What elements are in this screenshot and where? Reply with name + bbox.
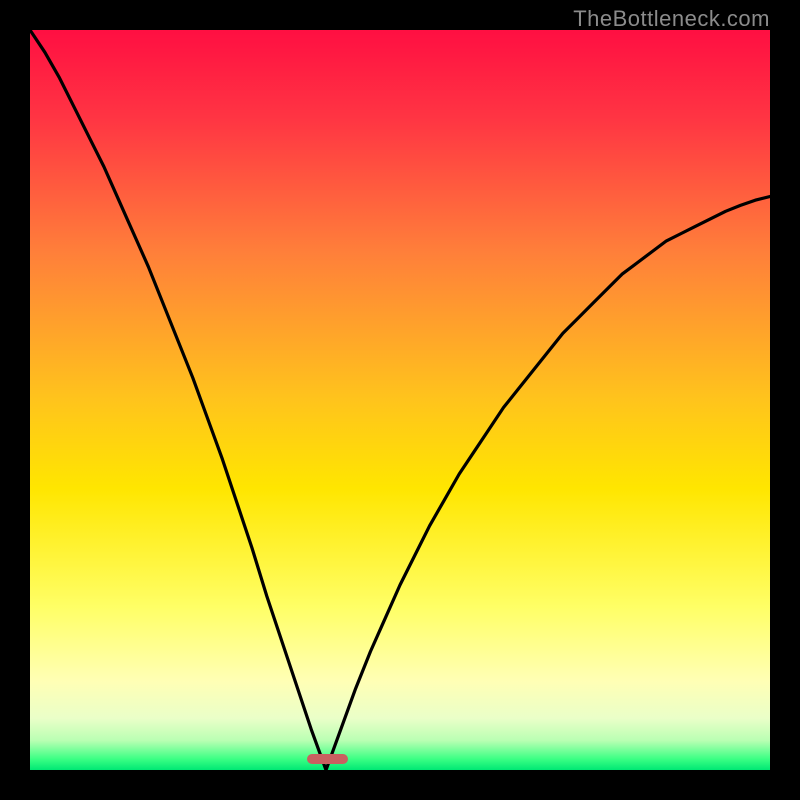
gradient-background [30,30,770,770]
minimum-marker [307,754,348,764]
watermark-text: TheBottleneck.com [573,6,770,32]
chart-frame: TheBottleneck.com [0,0,800,800]
plot-area [30,30,770,770]
